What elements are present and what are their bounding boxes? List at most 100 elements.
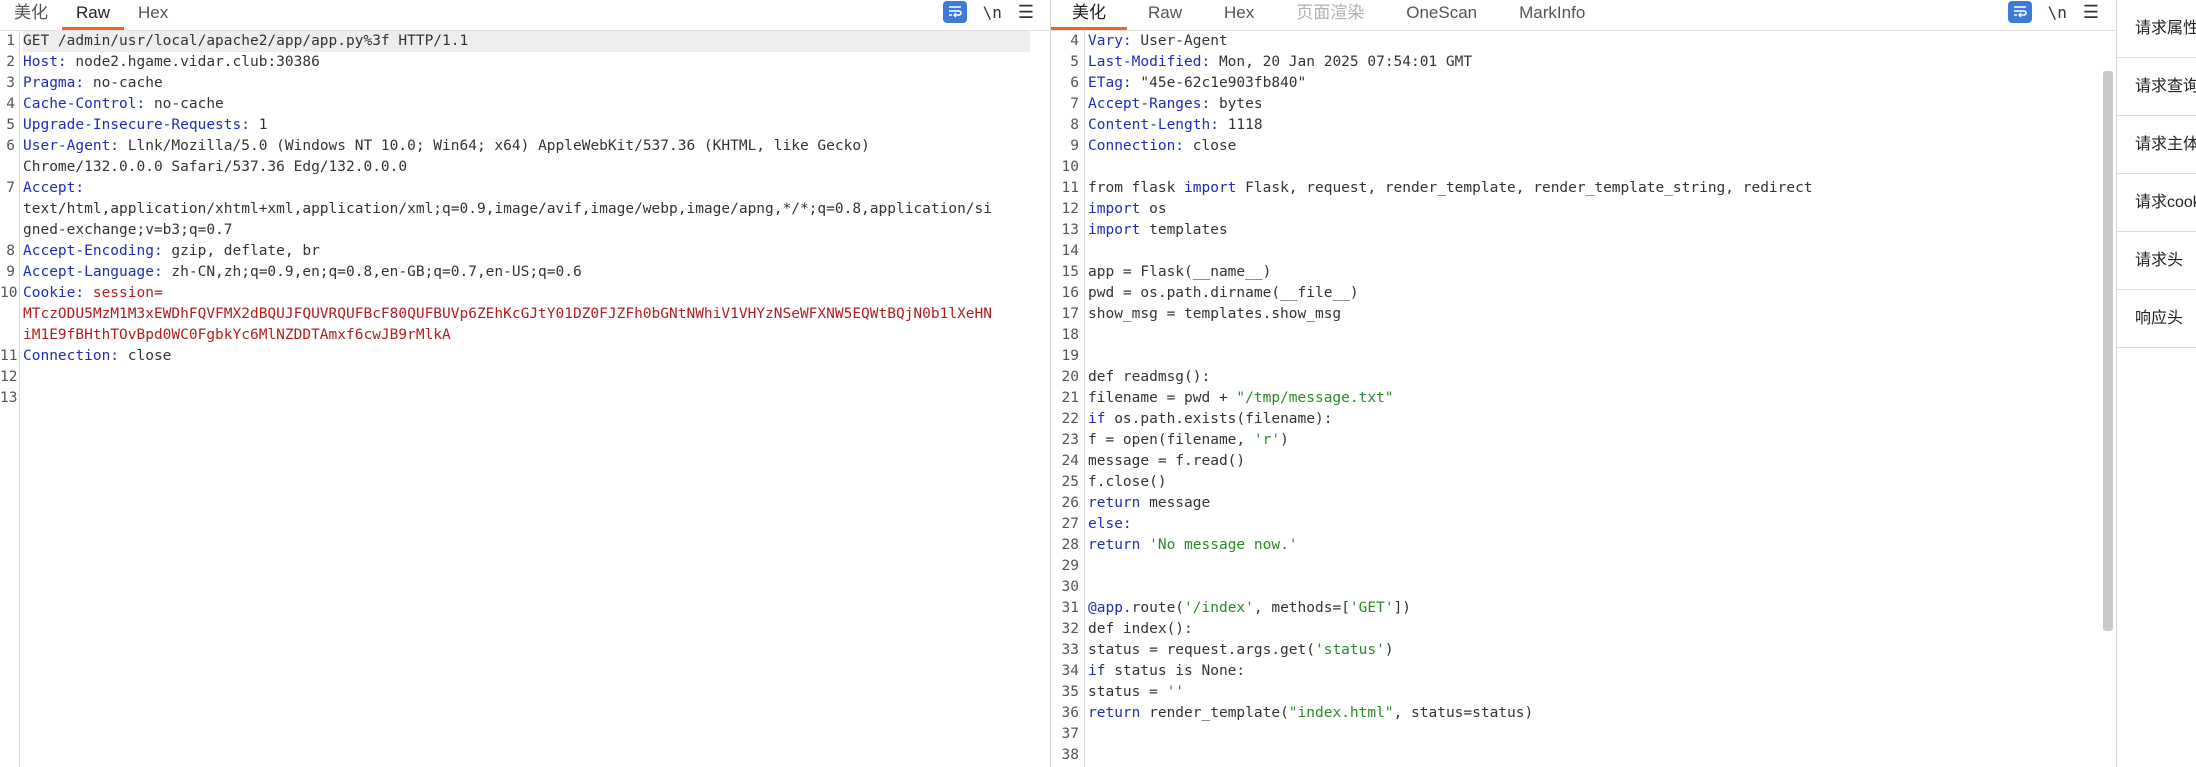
inspector-item[interactable]: 请求头 xyxy=(2117,232,2196,290)
code-line: 23 f = open(filename, 'r') xyxy=(1062,430,2095,451)
inspector-item[interactable]: 请求查询 xyxy=(2117,58,2196,116)
newline-toggle-button[interactable]: \n xyxy=(983,3,1002,22)
line-number: 34 xyxy=(1061,663,1079,679)
wrap-lines-icon[interactable] xyxy=(942,1,967,23)
vertical-scrollbar[interactable] xyxy=(2103,71,2113,631)
code-line: 24 message = f.read() xyxy=(1062,451,2095,472)
tab-0[interactable]: 美化 xyxy=(0,0,62,30)
code-token: node2.hgame.vidar.club:30386 xyxy=(75,54,320,70)
line-number: 4 xyxy=(1070,33,1079,49)
line-number: 33 xyxy=(1061,642,1079,658)
code-token: f = open(filename, xyxy=(1088,432,1254,448)
code-token: iM1E9fBHthTOvBpd0WC0FgbkYc6MlNZDDTAmxf6c… xyxy=(23,327,451,343)
line-number: 14 xyxy=(1061,243,1079,259)
code-token: User-Agent: xyxy=(23,138,128,154)
line-number: 29 xyxy=(1061,558,1079,574)
code-token: app = Flask(__name__) xyxy=(1088,264,1272,280)
code-token: gned-exchange;v=b3;q=0.7 xyxy=(23,222,233,238)
code-token: Pragma: xyxy=(23,75,93,91)
code-token: from flask xyxy=(1088,180,1185,196)
code-token: bytes xyxy=(1218,96,1263,112)
code-line: MTczODU5MzM1M3xEWDhFQVFMX2dBQUJFQUVRQUFB… xyxy=(23,304,1030,325)
response-toolbar: \n ☰ xyxy=(2007,0,2099,24)
response-tabbar: 美化 Raw Hex 页面渲染 OneScan MarkInfo \n ☰ xyxy=(1051,0,2115,31)
code-token: session= xyxy=(92,285,163,301)
code-token: show_msg = templates.show_msg xyxy=(1088,306,1342,322)
line-number: 37 xyxy=(1061,726,1079,742)
request-panel: 美化 Raw Hex \n ☰ 1 GET /admin/usr/local/apac… xyxy=(0,0,1051,767)
tab-2[interactable]: Hex xyxy=(124,0,182,30)
code-line: text/html,application/xhtml+xml,applicat… xyxy=(23,199,1030,220)
code-line: 34 if status is None: xyxy=(1062,661,2095,682)
inspector-item[interactable]: 请求cookie xyxy=(2117,174,2196,232)
line-number: 6 xyxy=(1070,75,1079,91)
code-token: templates xyxy=(1140,222,1228,238)
line-number: 38 xyxy=(1061,747,1079,763)
tab-5[interactable]: MarkInfo xyxy=(1498,0,1606,30)
code-line: 6 User-Agent: Llnk/Mozilla/5.0 (Windows N… xyxy=(6,136,1030,157)
code-line: 8 Content-Length: 1118 xyxy=(1070,115,2095,136)
code-token: if xyxy=(1088,663,1106,679)
code-token: zh-CN,zh;q=0.9,en;q=0.8,en-GB;q=0.7,en-U… xyxy=(171,264,582,280)
line-number: 5 xyxy=(1070,54,1079,70)
tab-1[interactable]: Raw xyxy=(1127,0,1203,30)
code-line: 10 xyxy=(1062,157,2095,178)
code-line: 30 xyxy=(1062,577,2095,598)
code-token: 1118 xyxy=(1227,117,1263,133)
request-code: 1 GET /admin/usr/local/apache2/app/app.py… xyxy=(0,31,1030,409)
code-line: 3 Pragma: no-cache xyxy=(6,73,1030,94)
line-number: 13 xyxy=(0,390,18,406)
code-token: @app. xyxy=(1088,600,1132,616)
line-number: 28 xyxy=(1061,537,1079,553)
tab-2[interactable]: Hex xyxy=(1203,0,1275,30)
code-line: 37 xyxy=(1062,724,2095,745)
code-token: no-cache xyxy=(153,96,224,112)
response-editor[interactable]: 4 Vary: User-Agent 5 Last-Modified: Mon, 20… xyxy=(1051,31,2115,767)
code-token: , methods=[ xyxy=(1253,600,1350,616)
code-token: Accept-Encoding: xyxy=(23,243,172,259)
code-token: gzip, deflate, br xyxy=(171,243,320,259)
line-number: 11 xyxy=(0,348,18,364)
menu-icon[interactable]: ☰ xyxy=(1018,3,1034,21)
code-token: return xyxy=(1088,705,1141,721)
newline-toggle-button[interactable]: \n xyxy=(2048,3,2067,22)
inspector-list: 请求属性请求查询请求主体请求cookie请求头响应头 xyxy=(2117,0,2196,348)
line-number: 12 xyxy=(1061,201,1079,217)
code-token: "/tmp/message.txt" xyxy=(1236,390,1394,406)
tab-1[interactable]: Raw xyxy=(62,0,125,30)
inspector-item[interactable]: 响应头 xyxy=(2117,290,2196,348)
line-number: 19 xyxy=(1061,348,1079,364)
code-token: return xyxy=(1088,495,1141,511)
line-number: 23 xyxy=(1061,432,1079,448)
code-token: , status=status) xyxy=(1393,705,1534,721)
line-number: 22 xyxy=(1061,411,1079,427)
code-token: f.close() xyxy=(1088,474,1167,490)
code-line: 33 status = request.args.get('status') xyxy=(1062,640,2095,661)
tab-3[interactable]: 页面渲染 xyxy=(1275,0,1385,30)
wrap-lines-icon[interactable] xyxy=(2007,1,2032,23)
tab-0[interactable]: 美化 xyxy=(1051,0,1127,30)
menu-icon[interactable]: ☰ xyxy=(2083,3,2099,21)
inspector-item[interactable]: 请求属性 xyxy=(2117,0,2196,58)
line-number: 11 xyxy=(1061,180,1079,196)
tab-4[interactable]: OneScan xyxy=(1385,0,1498,30)
code-token: render_template( xyxy=(1140,705,1289,721)
response-code: 4 Vary: User-Agent 5 Last-Modified: Mon, 20… xyxy=(1062,31,2095,766)
code-token: Chrome/132.0.0.0 Safari/537.36 Edg/132.0… xyxy=(23,159,408,175)
code-token: User-Agent xyxy=(1140,33,1228,49)
code-line: 25 f.close() xyxy=(1062,472,2095,493)
inspector-item[interactable]: 请求主体 xyxy=(2117,116,2196,174)
code-token: def readmsg(): xyxy=(1088,369,1211,385)
line-number: 13 xyxy=(1061,222,1079,238)
request-tabbar: 美化 Raw Hex \n ☰ xyxy=(0,0,1050,31)
code-token: Accept: xyxy=(23,180,85,196)
line-number: 9 xyxy=(1070,138,1079,154)
code-line: 7 Accept-Ranges: bytes xyxy=(1070,94,2095,115)
code-line: 5 Last-Modified: Mon, 20 Jan 2025 07:54:0… xyxy=(1070,52,2095,73)
request-tabs: 美化 Raw Hex xyxy=(0,0,182,30)
code-token: import xyxy=(1184,180,1237,196)
line-number: 18 xyxy=(1061,327,1079,343)
code-token: 'GET' xyxy=(1349,600,1394,616)
code-token: if xyxy=(1088,411,1106,427)
request-editor[interactable]: 1 GET /admin/usr/local/apache2/app/app.py… xyxy=(0,31,1050,767)
